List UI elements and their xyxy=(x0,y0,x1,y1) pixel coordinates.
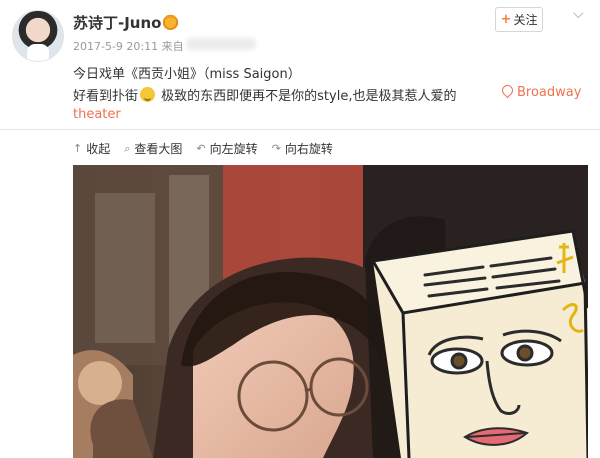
post-text-part1: 好看到扑街 xyxy=(73,89,139,104)
post-meta: 2017-5-9 20:11 来自 xyxy=(73,38,184,54)
post-source-prefix: 来自 xyxy=(161,40,184,53)
vip-crown-icon xyxy=(162,13,179,30)
smile-emoji-icon xyxy=(140,87,156,102)
location-name-part1: Broadway xyxy=(517,85,582,100)
plus-icon: + xyxy=(500,12,512,27)
post-image[interactable] xyxy=(73,165,588,458)
chevron-down-icon[interactable]: ⌵ xyxy=(573,6,584,22)
avatar[interactable] xyxy=(12,10,64,62)
rotate-left-label: 向左旋转 xyxy=(209,142,258,156)
post-text-line1: 今日戏单《西贡小姐》（miss Saigon） xyxy=(73,67,301,82)
view-large-button[interactable]: ⌕ 查看大图 xyxy=(124,140,182,157)
follow-label: 关注 xyxy=(513,13,538,27)
rotate-right-label: 向右旋转 xyxy=(284,142,333,156)
follow-button[interactable]: + 关注 xyxy=(495,7,543,32)
post-text-part2: 极致的东西即便再不是你的style,也是极其惹人爱的 xyxy=(157,89,457,104)
rotate-left-button[interactable]: ↶ 向左旋转 xyxy=(196,140,257,157)
divider xyxy=(0,129,600,130)
post-time[interactable]: 2017-5-9 20:11 xyxy=(73,40,158,53)
post-image-art xyxy=(73,165,588,458)
rotate-left-icon: ↶ xyxy=(196,142,206,155)
rotate-right-button[interactable]: ↷ 向右旋转 xyxy=(272,140,333,157)
collapse-button[interactable]: ↑ 收起 xyxy=(73,140,110,157)
location-pin-icon xyxy=(499,82,516,99)
post-text-line2: 好看到扑街 极致的东西即便再不是你的style,也是极其惹人爱的 xyxy=(73,85,456,104)
collapse-label: 收起 xyxy=(86,142,111,156)
view-large-label: 查看大图 xyxy=(134,142,183,156)
image-toolbar: ↑ 收起 ⌕ 查看大图 ↶ 向左旋转 ↷ 向右旋转 xyxy=(73,140,333,157)
arrow-up-icon: ↑ xyxy=(73,142,83,155)
username[interactable]: 苏诗丁-Juno xyxy=(73,12,161,33)
rotate-right-icon: ↷ xyxy=(271,142,281,155)
location-name-part2[interactable]: theater xyxy=(73,107,121,122)
blurred-source xyxy=(186,38,256,50)
location-link[interactable]: Broadway xyxy=(499,82,582,100)
zoom-icon: ⌕ xyxy=(124,141,131,155)
